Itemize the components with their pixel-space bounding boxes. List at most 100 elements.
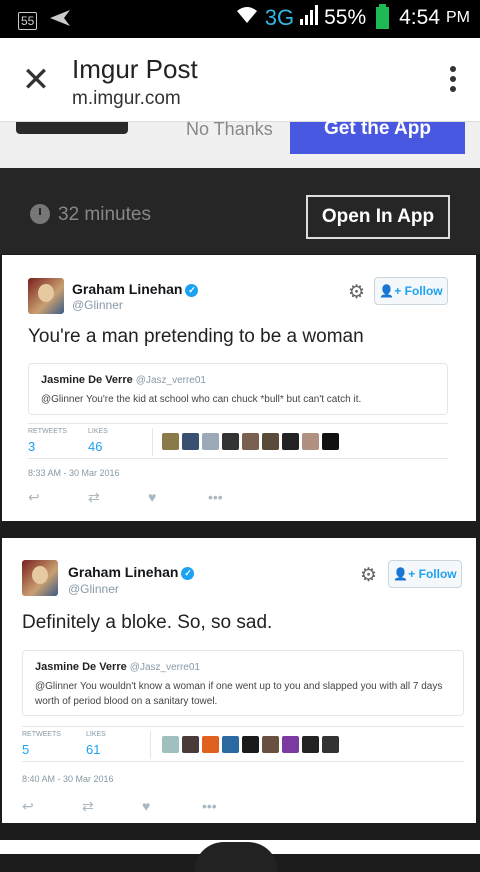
likes-label: LIKES xyxy=(88,428,108,435)
retweets-count: 5 xyxy=(22,742,30,757)
dot-icon xyxy=(450,76,456,82)
page-url: m.imgur.com xyxy=(72,88,181,109)
likes-count: 61 xyxy=(86,742,101,757)
retweet-icon[interactable]: ⇄ xyxy=(88,489,148,506)
liker-avatar[interactable] xyxy=(162,433,179,450)
dot-icon xyxy=(450,66,456,72)
quoted-text: @Glinner You wouldn't know a woman if on… xyxy=(35,681,443,707)
like-icon[interactable]: ♥ xyxy=(142,798,202,815)
tweet-author: Graham Linehan ✓ xyxy=(72,281,199,297)
liker-avatar[interactable] xyxy=(302,736,319,753)
liker-avatar[interactable] xyxy=(282,736,299,753)
reply-icon[interactable]: ↩ xyxy=(28,489,88,506)
likes-stat[interactable]: LIKES 61 xyxy=(86,731,106,757)
no-thanks-link[interactable]: No Thanks xyxy=(186,120,273,138)
signal-icon xyxy=(300,5,319,31)
open-in-app-button[interactable]: Open In App xyxy=(306,195,450,239)
author-name[interactable]: Graham Linehan xyxy=(68,564,178,580)
verified-icon: ✓ xyxy=(185,284,199,297)
avatar[interactable] xyxy=(28,278,64,314)
tweet-text: You're a man pretending to be a woman xyxy=(28,326,364,347)
divider xyxy=(152,428,153,456)
divider xyxy=(150,731,151,759)
gear-icon[interactable]: ⚙ xyxy=(348,281,365,304)
liker-avatar[interactable] xyxy=(242,736,259,753)
liker-avatar[interactable] xyxy=(222,433,239,450)
liker-avatar[interactable] xyxy=(182,433,199,450)
author-name[interactable]: Graham Linehan xyxy=(72,281,182,297)
liker-avatar[interactable] xyxy=(322,433,339,450)
liker-avatars xyxy=(162,736,339,753)
likes-stat[interactable]: LIKES 46 xyxy=(88,428,108,454)
liker-avatar[interactable] xyxy=(182,736,199,753)
post-meta-bar: 32 minutes Open In App xyxy=(0,168,480,254)
tweet-timestamp[interactable]: 8:40 AM - 30 Mar 2016 xyxy=(22,774,114,784)
liker-avatar[interactable] xyxy=(242,433,259,450)
tweet-timestamp[interactable]: 8:33 AM - 30 Mar 2016 xyxy=(28,468,120,478)
tweet-stats: RETWEETS 3 LIKES 46 xyxy=(28,423,448,459)
gear-icon[interactable]: ⚙ xyxy=(360,564,377,587)
liker-avatar[interactable] xyxy=(202,736,219,753)
clock-icon xyxy=(30,204,50,224)
likes-count: 46 xyxy=(88,439,103,454)
quoted-tweet[interactable]: Jasmine De Verre @Jasz_verre01 @Glinner … xyxy=(22,650,464,716)
liker-avatar[interactable] xyxy=(302,433,319,450)
liker-avatar[interactable] xyxy=(262,433,279,450)
close-icon: ✕ xyxy=(21,61,51,99)
tweet-actions: ↩ ⇄ ♥ ••• xyxy=(22,798,262,815)
app-banner: No Thanks Get the App xyxy=(0,119,480,168)
status-bar: 55 3G 55% 4:54 PM xyxy=(0,0,480,38)
verified-icon: ✓ xyxy=(181,567,195,580)
avatar[interactable] xyxy=(22,560,58,596)
liker-avatar[interactable] xyxy=(322,736,339,753)
close-button[interactable]: ✕ xyxy=(18,58,54,102)
liker-avatar[interactable] xyxy=(162,736,179,753)
liker-avatars xyxy=(162,433,339,450)
add-user-icon: 👤+ xyxy=(379,284,402,298)
liker-avatar[interactable] xyxy=(262,736,279,753)
retweets-stat[interactable]: RETWEETS 5 xyxy=(22,731,61,757)
custom-tab-header: ✕ Imgur Post m.imgur.com xyxy=(0,38,480,122)
liker-avatar[interactable] xyxy=(222,736,239,753)
likes-label: LIKES xyxy=(86,731,106,738)
like-icon[interactable]: ♥ xyxy=(148,489,208,506)
author-handle[interactable]: @Glinner xyxy=(72,298,123,312)
tweet-stats: RETWEETS 5 LIKES 61 xyxy=(22,726,464,762)
post-age: 32 minutes xyxy=(58,204,151,225)
clock-time: 4:54 xyxy=(399,6,440,29)
liker-avatar[interactable] xyxy=(202,433,219,450)
send-icon xyxy=(49,9,71,32)
network-type: 3G xyxy=(264,5,295,30)
follow-button[interactable]: 👤+ Follow xyxy=(388,560,462,588)
quoted-author-name: Jasmine De Verre xyxy=(35,661,127,673)
retweets-count: 3 xyxy=(28,439,36,454)
retweets-label: RETWEETS xyxy=(28,428,67,435)
liker-avatar[interactable] xyxy=(282,433,299,450)
tweet-author: Graham Linehan ✓ xyxy=(68,564,195,580)
notification-count-icon: 55 xyxy=(18,11,38,30)
wifi-icon xyxy=(235,5,259,31)
quoted-author-handle: @Jasz_verre01 xyxy=(135,375,206,386)
quoted-tweet[interactable]: Jasmine De Verre @Jasz_verre01 @Glinner … xyxy=(28,363,448,415)
retweet-icon[interactable]: ⇄ xyxy=(82,798,142,815)
follow-button[interactable]: 👤+ Follow xyxy=(374,277,448,305)
tweet-card: Graham Linehan ✓ @Glinner ⚙ 👤+ Follow Def… xyxy=(2,538,476,823)
retweets-stat[interactable]: RETWEETS 3 xyxy=(28,428,67,454)
tweet-card: Graham Linehan ✓ @Glinner ⚙ 👤+ Follow You… xyxy=(2,255,476,521)
more-icon[interactable]: ••• xyxy=(202,798,262,815)
page-title: Imgur Post xyxy=(72,54,198,84)
battery-percent: 55% xyxy=(324,6,367,29)
quoted-author-name: Jasmine De Verre xyxy=(41,374,133,386)
reply-icon[interactable]: ↩ xyxy=(22,798,82,815)
retweets-label: RETWEETS xyxy=(22,731,61,738)
author-handle[interactable]: @Glinner xyxy=(68,582,119,596)
banner-logo-strip xyxy=(16,122,128,134)
quoted-author-handle: @Jasz_verre01 xyxy=(129,662,200,673)
get-the-app-button[interactable]: Get the App xyxy=(290,119,465,154)
more-icon[interactable]: ••• xyxy=(208,489,268,506)
follow-label: Follow xyxy=(404,284,443,298)
clock-ampm: PM xyxy=(446,9,470,26)
battery-icon xyxy=(376,4,390,29)
overflow-menu-button[interactable] xyxy=(448,66,458,96)
dot-icon xyxy=(450,86,456,92)
